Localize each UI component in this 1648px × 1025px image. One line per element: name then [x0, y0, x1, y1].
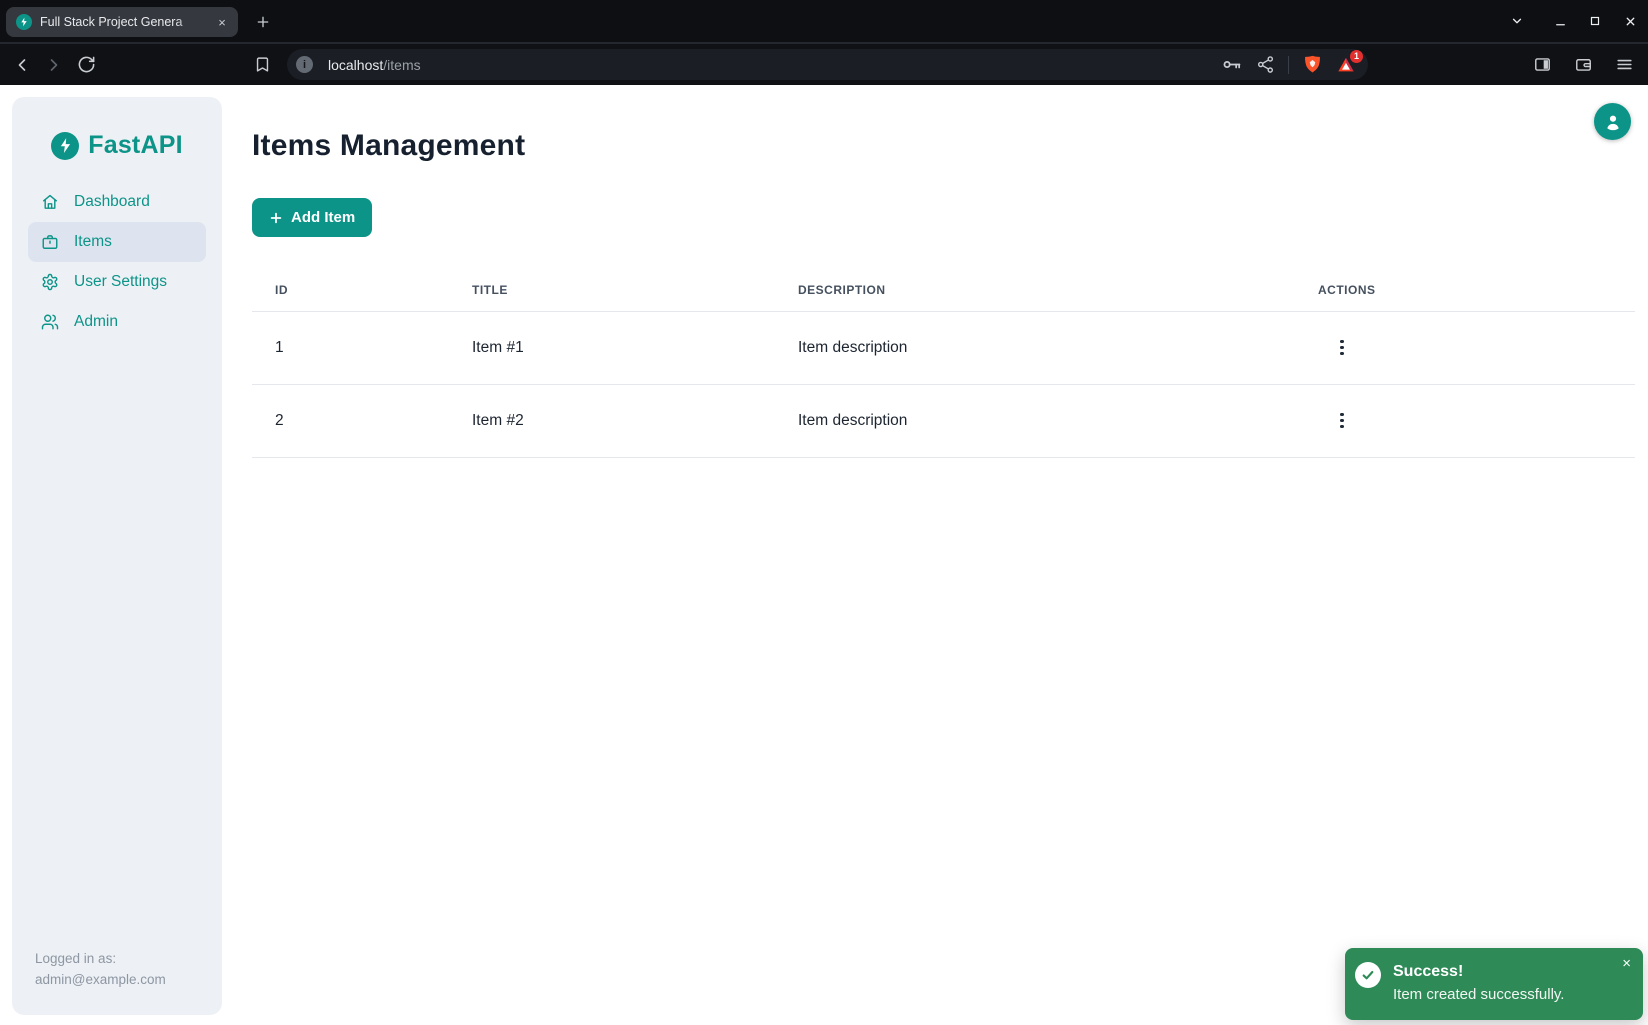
- menu-hamburger-icon[interactable]: [1610, 51, 1638, 79]
- add-item-button[interactable]: Add Item: [252, 198, 372, 237]
- sidebar-item-label: Items: [74, 233, 112, 251]
- url-text: localhost/items: [328, 57, 421, 73]
- new-tab-button[interactable]: [248, 7, 278, 37]
- row-actions-kebab-icon[interactable]: [1329, 333, 1355, 363]
- bookmark-icon[interactable]: [248, 51, 276, 79]
- close-window-icon[interactable]: [1620, 11, 1640, 31]
- toast-title: Success!: [1393, 961, 1564, 983]
- browser-toolbar: i localhost/items 1: [0, 42, 1648, 85]
- briefcase-icon: [41, 233, 59, 251]
- check-circle-icon: [1355, 962, 1381, 988]
- success-toast: Success! Item created successfully. ×: [1345, 948, 1643, 1020]
- wallet-icon[interactable]: [1569, 51, 1597, 79]
- table-row: 1 Item #1 Item description: [252, 311, 1635, 384]
- sidebar-item-user-settings[interactable]: User Settings: [28, 262, 206, 302]
- column-header-id: ID: [252, 270, 449, 311]
- fastapi-logo-icon: [51, 132, 79, 160]
- user-avatar-button[interactable]: [1594, 103, 1631, 140]
- add-item-label: Add Item: [291, 209, 355, 226]
- cell-id: 2: [252, 384, 449, 457]
- forward-icon[interactable]: [40, 51, 68, 79]
- site-info-icon[interactable]: i: [296, 56, 313, 73]
- sidebar-item-label: Dashboard: [74, 193, 150, 211]
- back-icon[interactable]: [8, 51, 36, 79]
- url-path: /items: [383, 57, 420, 73]
- tab-title: Full Stack Project Genera: [40, 15, 209, 29]
- fastapi-favicon-icon: [16, 14, 32, 30]
- logged-in-label: Logged in as:: [35, 948, 199, 969]
- minimize-icon[interactable]: [1550, 11, 1570, 31]
- address-bar-actions: 1: [1222, 54, 1356, 75]
- tab-close-icon[interactable]: ×: [213, 13, 231, 31]
- url-host: localhost: [328, 57, 383, 73]
- cell-title: Item #2: [449, 384, 775, 457]
- page-title: Items Management: [252, 129, 1635, 163]
- toolbar-right-actions: [1528, 44, 1648, 85]
- tab-search-chevron-icon[interactable]: [1507, 11, 1527, 31]
- rewards-badge: 1: [1350, 50, 1363, 63]
- sidebar-item-label: User Settings: [74, 273, 167, 291]
- cell-description: Item description: [775, 311, 1295, 384]
- cell-title: Item #1: [449, 311, 775, 384]
- cell-actions: [1295, 311, 1635, 384]
- table-header-row: ID TITLE DESCRIPTION ACTIONS: [252, 270, 1635, 311]
- logged-in-email: admin@example.com: [35, 969, 199, 990]
- page: FastAPI Dashboard Items User Settings Ad…: [0, 85, 1648, 1025]
- toast-close-icon[interactable]: ×: [1622, 955, 1631, 972]
- brave-rewards-icon[interactable]: 1: [1336, 55, 1356, 75]
- column-header-title: TITLE: [449, 270, 775, 311]
- row-actions-kebab-icon[interactable]: [1329, 406, 1355, 436]
- main-content: Items Management Add Item ID TITLE DESCR…: [252, 85, 1635, 458]
- cell-actions: [1295, 384, 1635, 457]
- share-icon[interactable]: [1256, 55, 1275, 74]
- gear-icon: [41, 273, 59, 291]
- toast-body: Success! Item created successfully.: [1393, 961, 1564, 1007]
- maximize-icon[interactable]: [1585, 11, 1605, 31]
- fastapi-brand: FastAPI: [51, 131, 182, 160]
- window-controls: [1507, 0, 1648, 42]
- sidebar-item-admin[interactable]: Admin: [28, 302, 206, 342]
- sidebar-item-items[interactable]: Items: [28, 222, 206, 262]
- reload-icon[interactable]: [72, 51, 100, 79]
- toast-message: Item created successfully.: [1393, 983, 1564, 1007]
- logged-in-status: Logged in as: admin@example.com: [12, 948, 222, 1015]
- cell-description: Item description: [775, 384, 1295, 457]
- column-header-description: DESCRIPTION: [775, 270, 1295, 311]
- address-bar[interactable]: i localhost/items 1: [287, 49, 1368, 80]
- home-icon: [41, 193, 59, 211]
- sidebar-nav: Dashboard Items User Settings Admin: [12, 182, 222, 342]
- user-icon: [1603, 112, 1623, 132]
- table-row: 2 Item #2 Item description: [252, 384, 1635, 457]
- sidebar-item-dashboard[interactable]: Dashboard: [28, 182, 206, 222]
- divider: [1288, 56, 1289, 74]
- users-icon: [41, 313, 59, 331]
- browser-titlebar: Full Stack Project Genera ×: [0, 0, 1648, 42]
- side-panel-icon[interactable]: [1528, 51, 1556, 79]
- sidebar: FastAPI Dashboard Items User Settings Ad…: [12, 97, 222, 1015]
- brand-name: FastAPI: [88, 131, 182, 160]
- brave-shield-icon[interactable]: [1302, 54, 1323, 75]
- column-header-actions: ACTIONS: [1295, 270, 1635, 311]
- items-table: ID TITLE DESCRIPTION ACTIONS 1 Item #1 I…: [252, 270, 1635, 458]
- passwords-key-icon[interactable]: [1222, 54, 1243, 75]
- cell-id: 1: [252, 311, 449, 384]
- sidebar-item-label: Admin: [74, 313, 118, 331]
- plus-icon: [269, 211, 283, 225]
- browser-tab[interactable]: Full Stack Project Genera ×: [6, 7, 238, 37]
